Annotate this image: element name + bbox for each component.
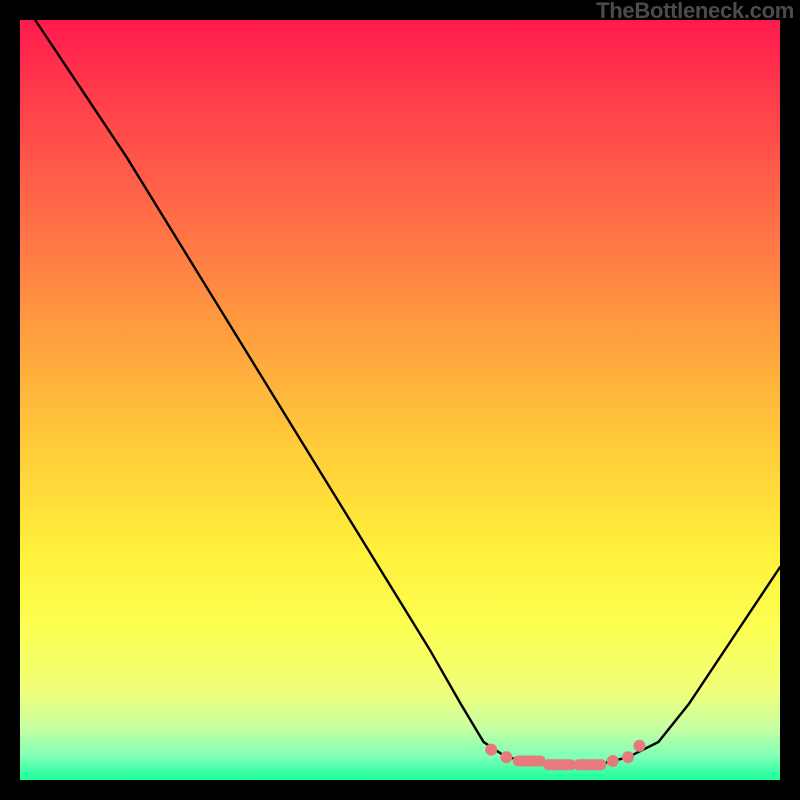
watermark-text: TheBottleneck.com	[596, 0, 794, 24]
optimal-marker-dot	[500, 751, 512, 763]
chart-svg-overlay	[20, 20, 780, 780]
optimal-marker-dot	[622, 751, 634, 763]
chart-plot-area	[20, 20, 780, 780]
optimal-range-markers-group	[485, 740, 645, 767]
optimal-marker-dot	[633, 740, 645, 752]
optimal-marker-dot	[607, 755, 619, 767]
bottleneck-curve-path	[35, 20, 780, 765]
optimal-marker-dot	[485, 744, 497, 756]
